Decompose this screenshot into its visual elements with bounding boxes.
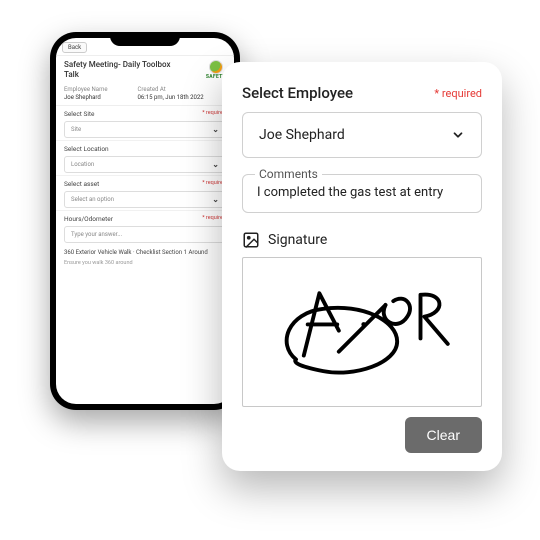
asset-placeholder: Select an option <box>71 196 114 203</box>
walk-section-note: Ensure you walk 360 around <box>56 260 234 270</box>
site-label: Select Site <box>64 110 95 118</box>
asset-label: Select asset <box>64 180 99 188</box>
location-select[interactable]: Location ⌄ <box>64 156 226 173</box>
signature-label: Signature <box>268 232 327 248</box>
site-placeholder: Site <box>71 126 81 133</box>
chevron-down-icon <box>451 128 465 142</box>
clear-button[interactable]: Clear <box>405 417 482 453</box>
required-indicator: * required <box>434 87 482 100</box>
site-section: Select Site * required Site ⌄ <box>56 106 234 141</box>
employee-name-value: Joe Shephard <box>64 94 108 101</box>
signature-card: Select Employee * required Joe Shephard … <box>222 62 502 471</box>
created-at-label: Created At <box>138 86 204 93</box>
card-header: Select Employee * required <box>242 84 482 102</box>
hours-section: Hours/Odometer * required Type your answ… <box>56 211 234 245</box>
location-placeholder: Location <box>71 161 94 168</box>
asset-select[interactable]: Select an option ⌄ <box>64 191 226 208</box>
employee-select[interactable]: Joe Shephard <box>242 112 482 158</box>
image-icon <box>242 231 260 249</box>
form-meta: Employee Name Joe Shephard Created At 06… <box>56 84 234 106</box>
phone-notch <box>110 32 180 46</box>
form-header: Safety Meeting- Daily Toolbox Talk SAFET… <box>56 56 234 84</box>
back-button[interactable]: Back <box>62 42 87 53</box>
walk-section-title: 360 Exterior Vehicle Walk · Checklist Se… <box>56 245 234 260</box>
hours-label: Hours/Odometer <box>64 215 113 223</box>
select-employee-heading: Select Employee <box>242 84 353 102</box>
location-label: Select Location <box>64 145 109 153</box>
hours-placeholder: Type your answer... <box>71 231 122 238</box>
site-select[interactable]: Site ⌄ <box>64 121 226 138</box>
employee-name-label: Employee Name <box>64 86 108 93</box>
form-title: Safety Meeting- Daily Toolbox Talk <box>64 60 184 80</box>
hours-input[interactable]: Type your answer... <box>64 226 226 243</box>
comments-value: I completed the gas test at entry <box>257 185 467 200</box>
phone-screen: Back Safety Meeting- Daily Toolbox Talk … <box>56 38 234 404</box>
comments-field[interactable]: Comments I completed the gas test at ent… <box>242 174 482 213</box>
created-at-value: 06:15 pm, Jun 18th 2022 <box>138 94 204 101</box>
asset-section: Select asset * required Select an option… <box>56 176 234 211</box>
phone-mockup: Back Safety Meeting- Daily Toolbox Talk … <box>50 32 240 410</box>
signature-pad[interactable] <box>242 257 482 407</box>
card-footer: Clear <box>242 417 482 453</box>
logo-icon <box>209 60 223 74</box>
signature-drawing <box>261 273 463 391</box>
employee-select-value: Joe Shephard <box>259 127 345 143</box>
comments-label: Comments <box>255 167 322 181</box>
location-section: Select Location Location ⌄ <box>56 141 234 176</box>
signature-label-row: Signature <box>242 231 482 249</box>
